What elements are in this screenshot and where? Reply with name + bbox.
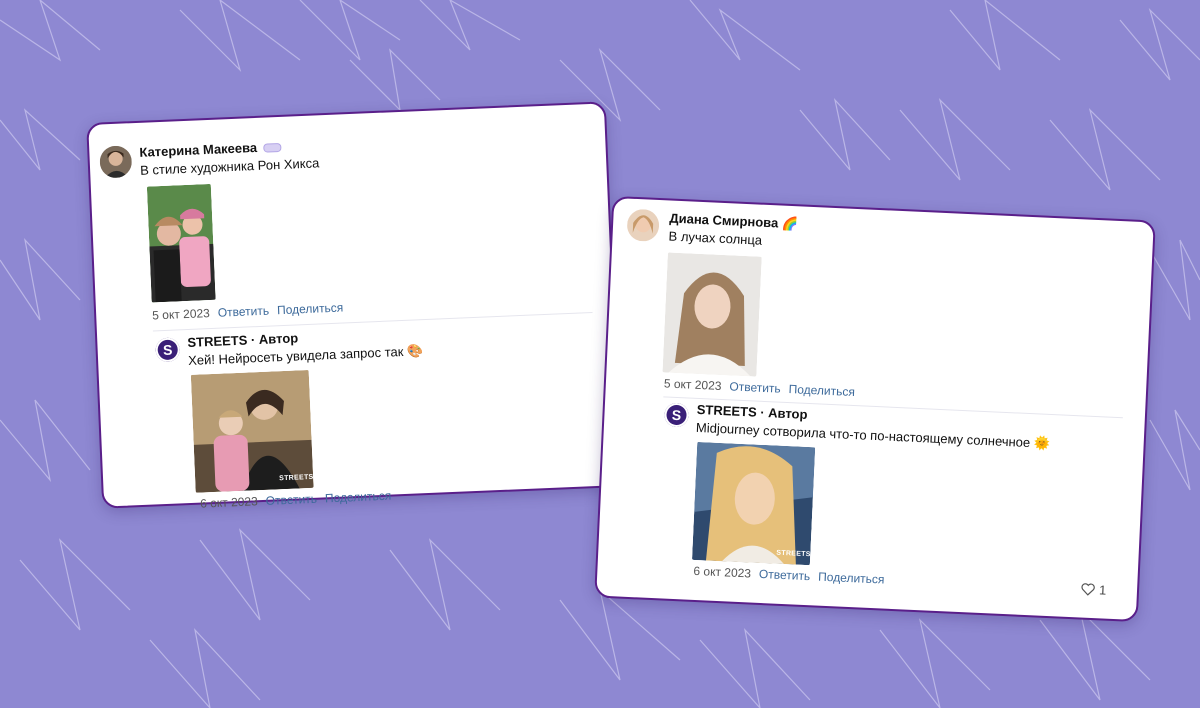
reply-link[interactable]: Ответить — [759, 567, 811, 583]
watermark: STREETS — [279, 473, 314, 483]
reply-link[interactable]: Ответить — [729, 379, 781, 395]
comment-author[interactable]: Катерина Макеева — [139, 139, 282, 160]
reply-date: 6 окт 2023 — [199, 494, 259, 511]
like-count: 1 — [1098, 582, 1107, 598]
like-button[interactable]: 1 — [1081, 582, 1107, 598]
sleeping-mask-icon — [263, 142, 282, 153]
comment-text: В лучах солнца — [668, 228, 763, 248]
reply-link[interactable]: Ответить — [218, 304, 270, 320]
comment-card-diana: Диана Смирнова 🌈 В лучах солнца 5 окт 20… — [594, 195, 1156, 623]
comment-meta: 5 окт 2023 Ответить Поделиться — [152, 300, 344, 322]
palette-icon: 🎨 — [406, 343, 424, 359]
comment-meta: 5 окт 2023 Ответить Поделиться — [664, 376, 856, 399]
watermark: STREETS — [776, 549, 811, 559]
comment-photo[interactable] — [146, 183, 216, 303]
avatar[interactable] — [626, 208, 660, 243]
sun-icon: 🌞 — [1033, 435, 1051, 451]
reply-photo[interactable]: STREETS — [190, 369, 314, 493]
heart-icon — [1081, 583, 1095, 596]
share-link[interactable]: Поделиться — [277, 300, 344, 317]
rainbow-icon: 🌈 — [781, 215, 799, 232]
comment-card-katerina: Катерина Макеева В стиле художника Рон Х… — [86, 101, 622, 511]
reply-meta: 6 окт 2023 Ответить Поделиться — [693, 564, 885, 587]
comment-date: 5 окт 2023 — [663, 376, 722, 394]
share-link[interactable]: Поделиться — [325, 489, 392, 506]
avatar[interactable] — [99, 145, 133, 179]
reply-date: 6 окт 2023 — [693, 563, 752, 581]
reply-author[interactable]: STREETS · Автор — [696, 402, 807, 422]
reply-author[interactable]: STREETS · Автор — [187, 330, 298, 350]
reply-link[interactable]: Ответить — [265, 492, 317, 508]
streets-logo-icon[interactable]: S — [663, 402, 690, 428]
comment-photo[interactable] — [662, 252, 762, 377]
share-link[interactable]: Поделиться — [788, 382, 855, 399]
comment-date: 5 окт 2023 — [151, 306, 211, 323]
streets-logo-icon[interactable]: S — [155, 337, 181, 363]
reply-photo[interactable]: STREETS — [691, 441, 816, 566]
share-link[interactable]: Поделиться — [818, 570, 885, 587]
